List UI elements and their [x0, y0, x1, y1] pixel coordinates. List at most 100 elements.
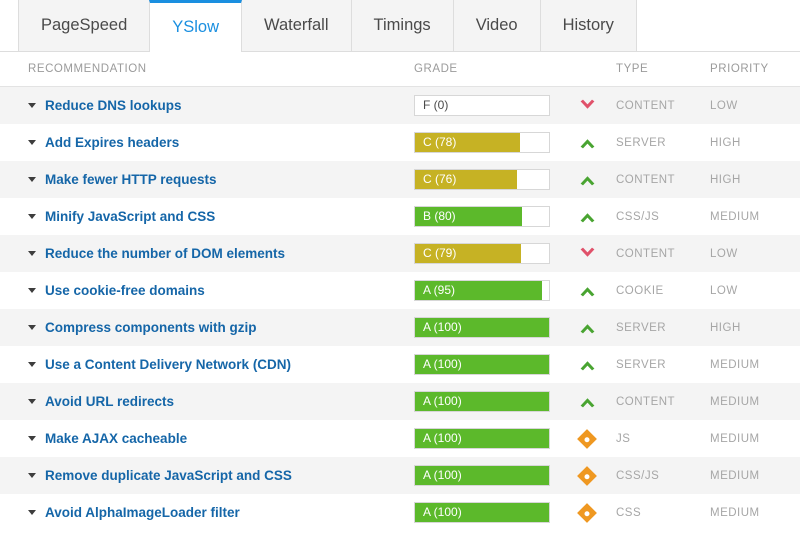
grade-bar: A (100) — [414, 428, 550, 449]
recommendation-cell: Use a Content Delivery Network (CDN) — [0, 357, 414, 372]
tab-waterfall[interactable]: Waterfall — [241, 0, 352, 51]
recommendation-cell: Avoid URL redirects — [0, 394, 414, 409]
priority-cell: LOW — [710, 247, 738, 260]
chevron-down-icon — [558, 247, 616, 260]
grade-bar: F (0) — [414, 95, 550, 116]
recommendation-link[interactable]: Compress components with gzip — [45, 320, 257, 335]
chevron-up-icon — [558, 173, 616, 186]
tab-timings[interactable]: Timings — [350, 0, 454, 51]
table-row[interactable]: Make AJAX cacheable A (100) JS MEDIUM — [0, 420, 800, 457]
table-row[interactable]: Add Expires headers C (78) SERVER HIGH — [0, 124, 800, 161]
priority-cell: MEDIUM — [710, 506, 760, 519]
grade-label: A (100) — [423, 394, 462, 408]
diamond-icon — [558, 465, 616, 486]
recommendation-link[interactable]: Avoid URL redirects — [45, 394, 174, 409]
triangle-down-icon[interactable] — [28, 325, 36, 330]
recommendation-cell: Make AJAX cacheable — [0, 431, 414, 446]
recommendation-link[interactable]: Reduce DNS lookups — [45, 98, 182, 113]
grade-cell: C (79) — [414, 243, 558, 264]
grade-label: A (100) — [423, 431, 462, 445]
triangle-down-icon[interactable] — [28, 214, 36, 219]
triangle-down-icon[interactable] — [28, 177, 36, 182]
type-cell: CONTENT — [616, 395, 676, 408]
priority-cell: LOW — [710, 99, 738, 112]
recommendation-link[interactable]: Use a Content Delivery Network (CDN) — [45, 357, 291, 372]
tab-bar-filler — [635, 0, 800, 51]
recommendation-link[interactable]: Add Expires headers — [45, 135, 179, 150]
grade-cell: A (100) — [414, 428, 558, 449]
table-row[interactable]: Remove duplicate JavaScript and CSS A (10… — [0, 457, 800, 494]
recommendation-link[interactable]: Avoid AlphaImageLoader filter — [45, 505, 240, 520]
recommendation-link[interactable]: Use cookie-free domains — [45, 283, 205, 298]
table-row[interactable]: Reduce DNS lookups F (0) CONTENT LOW — [0, 87, 800, 124]
type-cell: COOKIE — [616, 284, 664, 297]
recommendation-link[interactable]: Remove duplicate JavaScript and CSS — [45, 468, 292, 483]
table-row[interactable]: Reduce the number of DOM elements C (79) C… — [0, 235, 800, 272]
priority-cell: HIGH — [710, 136, 741, 149]
grade-cell: A (100) — [414, 465, 558, 486]
grade-bar: C (76) — [414, 169, 550, 190]
triangle-down-icon[interactable] — [28, 399, 36, 404]
diamond-glyph — [577, 502, 597, 523]
grade-label: A (100) — [423, 320, 462, 334]
grade-bar: B (80) — [414, 206, 550, 227]
triangle-down-icon[interactable] — [28, 140, 36, 145]
table-row[interactable]: Use a Content Delivery Network (CDN) A (1… — [0, 346, 800, 383]
grade-bar: A (95) — [414, 280, 550, 301]
triangle-down-icon[interactable] — [28, 288, 36, 293]
type-cell: CSS/JS — [616, 210, 660, 223]
column-header-type: TYPE — [616, 63, 649, 75]
grade-label: F (0) — [423, 98, 449, 112]
recommendation-link[interactable]: Minify JavaScript and CSS — [45, 209, 215, 224]
triangle-down-icon[interactable] — [28, 103, 36, 108]
table-row[interactable]: Make fewer HTTP requests C (76) CONTENT HIG… — [0, 161, 800, 198]
priority-cell: HIGH — [710, 321, 741, 334]
triangle-down-icon[interactable] — [28, 473, 36, 478]
yslow-recommendations-table: RECOMMENDATION GRADE TYPE PRIORITY Reduc… — [0, 52, 800, 531]
recommendation-link[interactable]: Reduce the number of DOM elements — [45, 246, 285, 261]
type-cell: SERVER — [616, 358, 667, 371]
diamond-glyph — [577, 428, 597, 449]
grade-cell: A (100) — [414, 317, 558, 338]
recommendation-cell: Minify JavaScript and CSS — [0, 209, 414, 224]
table-row[interactable]: Avoid URL redirects A (100) CONTENT MEDIUM — [0, 383, 800, 420]
tab-yslow[interactable]: YSlow — [149, 0, 243, 52]
triangle-down-icon[interactable] — [28, 436, 36, 441]
grade-bar: A (100) — [414, 465, 550, 486]
diamond-icon — [558, 502, 616, 523]
type-cell: CONTENT — [616, 247, 676, 260]
tab-video[interactable]: Video — [452, 0, 541, 51]
table-row[interactable]: Compress components with gzip A (100) SERV… — [0, 309, 800, 346]
recommendation-link[interactable]: Make fewer HTTP requests — [45, 172, 217, 187]
recommendation-cell: Avoid AlphaImageLoader filter — [0, 505, 414, 520]
triangle-down-icon[interactable] — [28, 251, 36, 256]
table-row[interactable]: Avoid AlphaImageLoader filter A (100) CSS M… — [0, 494, 800, 531]
type-cell: CONTENT — [616, 173, 676, 186]
grade-cell: B (80) — [414, 206, 558, 227]
triangle-down-icon[interactable] — [28, 510, 36, 515]
recommendation-cell: Remove duplicate JavaScript and CSS — [0, 468, 414, 483]
grade-label: A (100) — [423, 468, 462, 482]
priority-cell: MEDIUM — [710, 469, 760, 482]
chevron-up-icon — [558, 210, 616, 223]
tab-pagespeed[interactable]: PageSpeed — [18, 0, 151, 51]
priority-cell: MEDIUM — [710, 432, 760, 445]
diamond-glyph — [577, 465, 597, 486]
chevron-down-icon — [558, 99, 616, 112]
tab-history[interactable]: History — [539, 0, 637, 51]
table-row[interactable]: Minify JavaScript and CSS B (80) CSS/JS MED… — [0, 198, 800, 235]
recommendation-link[interactable]: Make AJAX cacheable — [45, 431, 187, 446]
grade-label: C (76) — [423, 172, 457, 186]
grade-label: C (79) — [423, 246, 457, 260]
chevron-up-icon — [558, 321, 616, 334]
priority-cell: MEDIUM — [710, 358, 760, 371]
triangle-down-icon[interactable] — [28, 362, 36, 367]
table-row[interactable]: Use cookie-free domains A (95) COOKIE LOW — [0, 272, 800, 309]
diamond-icon — [558, 428, 616, 449]
column-header-priority: PRIORITY — [710, 63, 769, 75]
recommendation-cell: Reduce DNS lookups — [0, 98, 414, 113]
recommendation-cell: Add Expires headers — [0, 135, 414, 150]
chevron-up-icon — [558, 395, 616, 408]
type-cell: SERVER — [616, 321, 667, 334]
grade-bar: A (100) — [414, 354, 550, 375]
